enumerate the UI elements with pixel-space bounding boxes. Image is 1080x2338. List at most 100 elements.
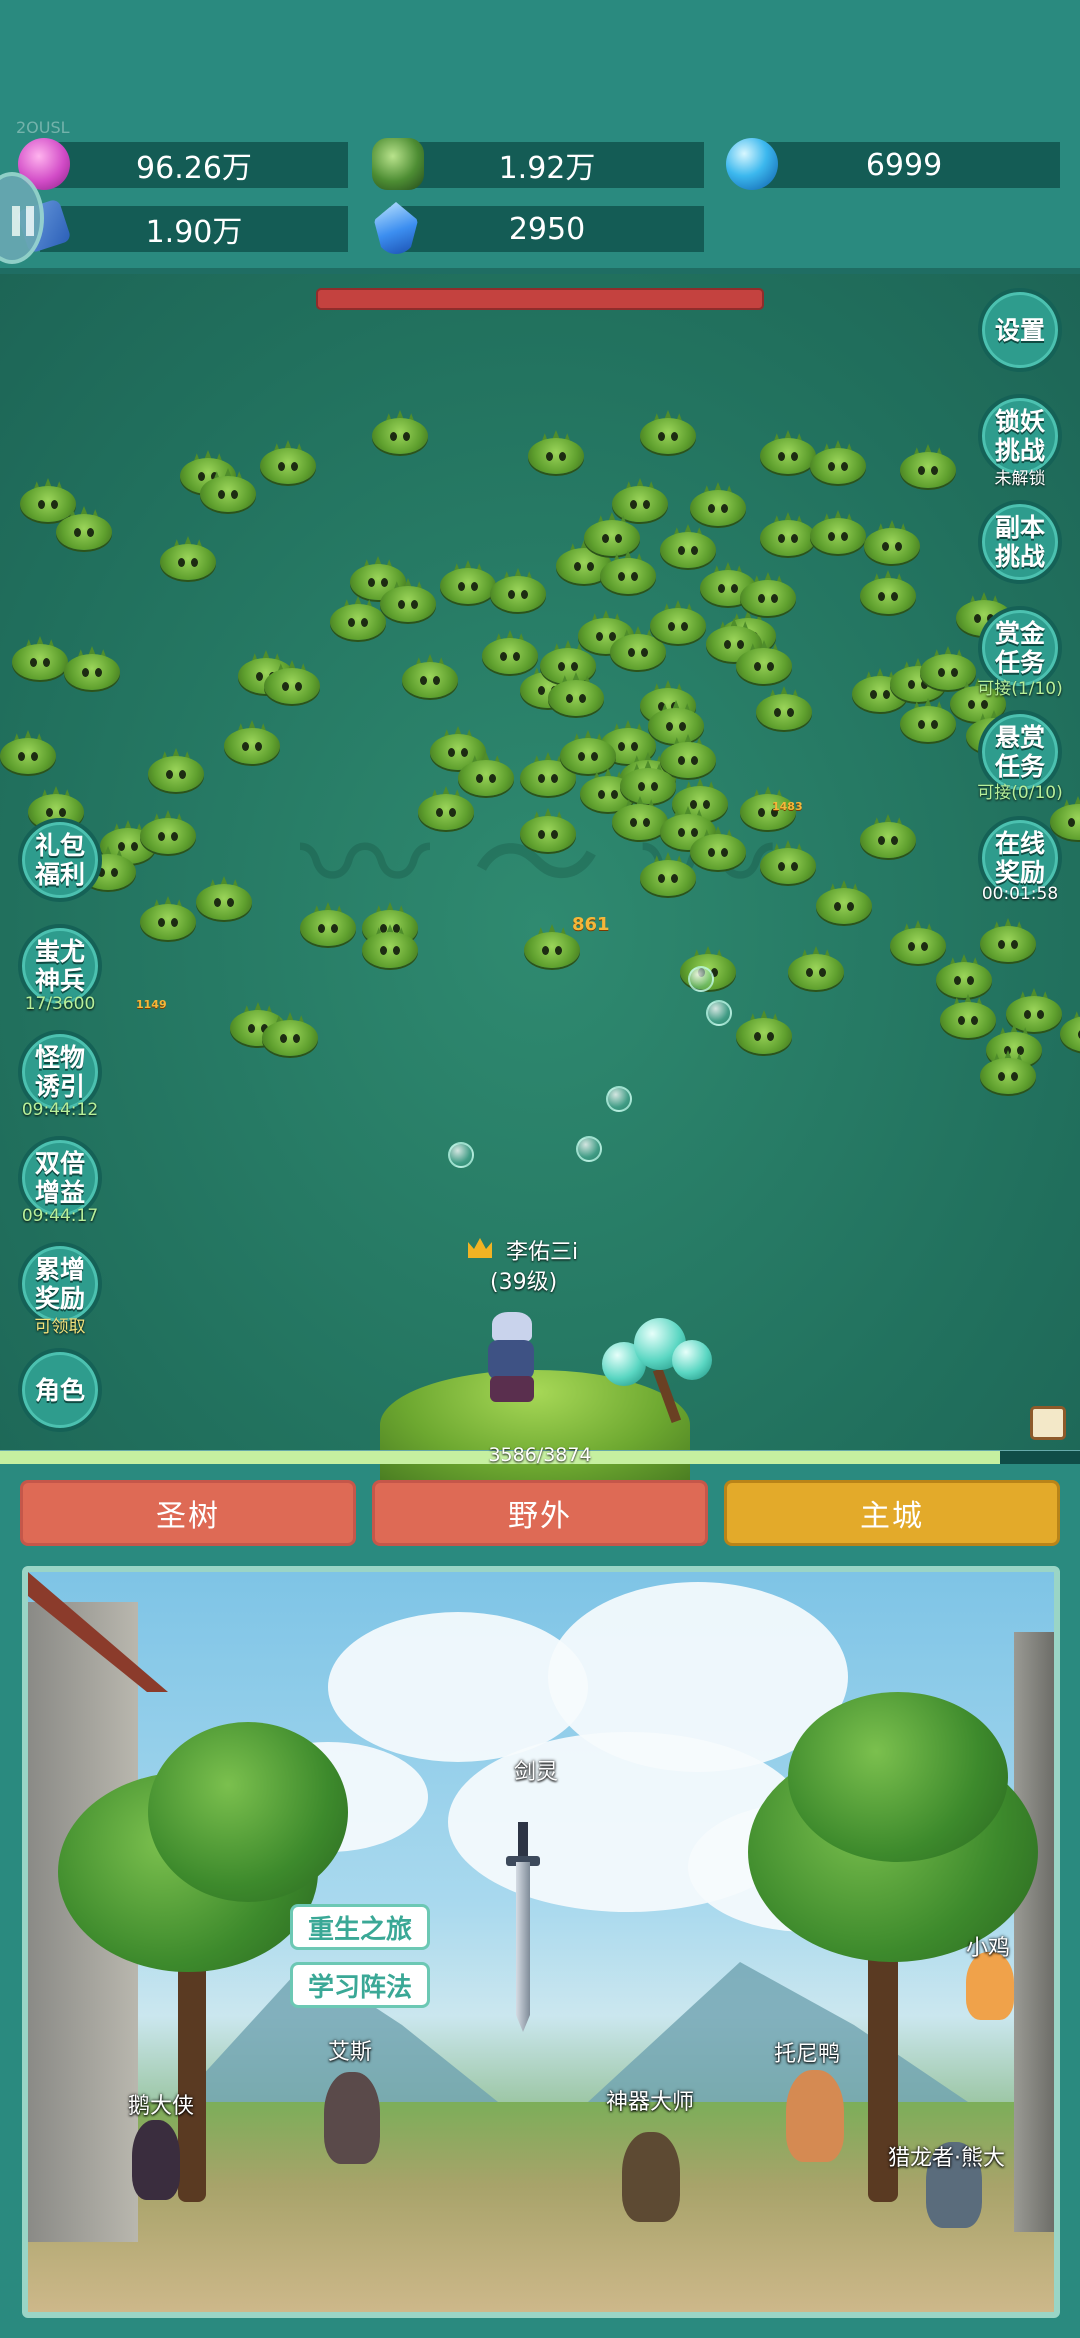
monster-sprite <box>262 1012 318 1056</box>
monster-sprite <box>418 786 474 830</box>
npc-goose-hero[interactable] <box>132 2120 180 2200</box>
tab-holy-tree[interactable]: 圣树 <box>20 1480 356 1546</box>
gift-benefit-button[interactable]: 礼包福利 <box>18 818 102 902</box>
leaf-value: 1.92万 <box>498 151 596 186</box>
tab-main-city[interactable]: 主城 <box>724 1480 1060 1546</box>
cumulative-reward-status: 可领取 <box>34 1317 86 1337</box>
monster-sprite <box>756 686 812 730</box>
bubble-projectile <box>576 1136 602 1162</box>
monster-sprite <box>440 560 496 604</box>
orb-counter: 6999 <box>748 142 1060 188</box>
monster-sprite <box>528 430 584 474</box>
online-reward-label: 在线奖励 <box>994 829 1045 887</box>
monster-sprite <box>362 924 418 968</box>
damage-number: 861 <box>572 914 610 935</box>
reward-task-status: 可接(0/10) <box>977 783 1063 803</box>
bounty-label: 赏金任务 <box>994 619 1045 677</box>
monster-sprite <box>12 636 68 680</box>
monster-sprite <box>650 600 706 644</box>
monster-sprite <box>860 570 916 614</box>
orb-value: 6999 <box>865 147 943 183</box>
bubble-projectile <box>448 1142 474 1168</box>
crystal-counter: 2950 <box>390 206 704 252</box>
monster-sprite <box>548 672 604 716</box>
monster-sprite <box>810 510 866 554</box>
hero-name: 李佑三i <box>506 1240 579 1265</box>
npc-dragon-hunter-label: 猎龙者·熊大 <box>888 2146 1005 2171</box>
monster-sprite <box>900 444 956 488</box>
monster-sprite <box>690 826 746 870</box>
monster-sprite <box>980 1050 1036 1094</box>
monster-sprite <box>900 698 956 742</box>
npc-goose-hero-label: 鹅大侠 <box>128 2094 195 2119</box>
watermark-text: 2OUSL <box>16 118 70 137</box>
monster-sprite <box>56 506 112 550</box>
hero-level: (39级) <box>490 1270 558 1295</box>
bubble-tree <box>602 1318 712 1424</box>
monster-sprite <box>224 720 280 764</box>
monster-sprite <box>200 468 256 512</box>
gem-value: 96.26万 <box>136 151 252 186</box>
demon-lock-label: 锁妖挑战 <box>994 407 1045 465</box>
character-button[interactable]: 角色 <box>18 1348 102 1432</box>
monster-sprite <box>600 550 656 594</box>
monster-sprite <box>640 852 696 896</box>
chest-icon[interactable] <box>1030 1406 1066 1440</box>
orb-icon <box>726 138 778 190</box>
double-boost-timer: 09:44:17 <box>21 1206 99 1226</box>
damage-number: 1483 <box>772 800 803 813</box>
reward-task-label: 悬赏任务 <box>994 723 1045 781</box>
dungeon-challenge-button[interactable]: 副本挑战 <box>978 500 1062 584</box>
monster-sprite <box>816 880 872 924</box>
monster-sprite <box>520 808 576 852</box>
monster-sprite <box>372 410 428 454</box>
main-city-scene <box>22 1566 1060 2318</box>
cumulative-label: 累增奖励 <box>34 1255 85 1313</box>
book-value: 1.90万 <box>145 215 243 250</box>
damage-number: 1149 <box>136 998 167 1011</box>
monster-sprite <box>490 568 546 612</box>
tab-wilderness[interactable]: 野外 <box>372 1480 708 1546</box>
monster-sprite <box>300 902 356 946</box>
npc-chick[interactable] <box>966 1952 1014 2020</box>
monster-sprite <box>196 876 252 920</box>
learn-formation-button[interactable]: 学习阵法 <box>290 1962 430 2008</box>
npc-artifact-master[interactable] <box>622 2132 680 2222</box>
settings-button[interactable]: 设置 <box>978 288 1062 372</box>
monster-sprite <box>860 814 916 858</box>
bounty-task-status: 可接(1/10) <box>977 679 1063 699</box>
monster-sprite <box>140 810 196 854</box>
gem-counter: 96.26万 <box>40 142 348 188</box>
npc-tony-duck[interactable] <box>786 2070 844 2162</box>
monster-sprite <box>740 572 796 616</box>
npc-aisi-label: 艾斯 <box>328 2040 373 2065</box>
sword-spirit[interactable] <box>506 1822 540 2032</box>
settings-label: 设置 <box>994 315 1045 345</box>
hero-character[interactable] <box>468 1312 558 1404</box>
monster-sprite <box>940 994 996 1038</box>
double-label: 双倍增益 <box>34 1149 85 1207</box>
monster-lure-timer: 09:44:12 <box>21 1100 99 1120</box>
monster-sprite <box>1060 1008 1080 1052</box>
bubble-projectile <box>706 1000 732 1026</box>
leaf-icon <box>372 138 424 190</box>
dungeon-label: 副本挑战 <box>994 513 1045 571</box>
monster-sprite <box>788 946 844 990</box>
crystal-value: 2950 <box>508 211 586 247</box>
monster-sprite <box>690 482 746 526</box>
lure-label: 怪物诱引 <box>34 1043 85 1101</box>
experience-text: 3586/3874 <box>488 1444 592 1466</box>
monster-sprite <box>936 954 992 998</box>
monster-sprite <box>640 410 696 454</box>
leaf-counter: 1.92万 <box>390 142 704 188</box>
monster-sprite <box>402 654 458 698</box>
monster-sprite <box>864 520 920 564</box>
monster-sprite <box>160 536 216 580</box>
npc-aisi[interactable] <box>324 2072 380 2164</box>
monster-sprite <box>810 440 866 484</box>
npc-chick-label: 小鸡 <box>966 1936 1011 1961</box>
rebirth-journey-button[interactable]: 重生之旅 <box>290 1904 430 1950</box>
npc-artifact-master-label: 神器大师 <box>606 2090 695 2115</box>
bubble-projectile <box>606 1086 632 1112</box>
bubble-projectile <box>688 966 714 992</box>
